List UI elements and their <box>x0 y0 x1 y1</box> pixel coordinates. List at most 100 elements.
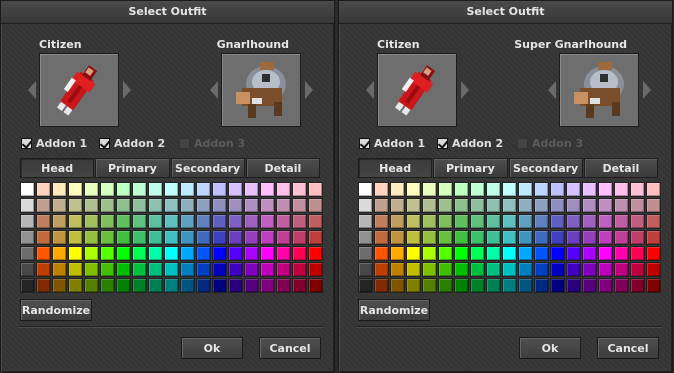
color-swatch[interactable] <box>486 262 501 277</box>
color-swatch[interactable] <box>438 198 453 213</box>
color-swatch[interactable] <box>438 278 453 293</box>
randomize-button[interactable]: Randomize <box>20 299 92 321</box>
color-swatch[interactable] <box>550 230 565 245</box>
color-swatch[interactable] <box>438 230 453 245</box>
color-swatch[interactable] <box>502 214 517 229</box>
color-swatch[interactable] <box>52 246 67 261</box>
color-swatch[interactable] <box>20 246 35 261</box>
color-swatch[interactable] <box>358 198 373 213</box>
color-swatch[interactable] <box>132 230 147 245</box>
color-swatch[interactable] <box>36 214 51 229</box>
color-swatch[interactable] <box>100 198 115 213</box>
color-swatch[interactable] <box>292 230 307 245</box>
color-swatch[interactable] <box>276 246 291 261</box>
tab-secondary[interactable]: Secondary <box>508 158 583 178</box>
color-swatch[interactable] <box>180 182 195 197</box>
color-swatch[interactable] <box>100 278 115 293</box>
color-swatch[interactable] <box>180 246 195 261</box>
color-swatch[interactable] <box>646 278 661 293</box>
color-swatch[interactable] <box>534 262 549 277</box>
tab-secondary[interactable]: Secondary <box>170 158 245 178</box>
color-swatch[interactable] <box>390 230 405 245</box>
color-swatch[interactable] <box>196 278 211 293</box>
color-swatch[interactable] <box>116 182 131 197</box>
cancel-button[interactable]: Cancel <box>597 337 659 359</box>
color-swatch[interactable] <box>132 246 147 261</box>
color-swatch[interactable] <box>406 278 421 293</box>
color-swatch[interactable] <box>68 278 83 293</box>
color-swatch[interactable] <box>358 262 373 277</box>
color-swatch[interactable] <box>164 278 179 293</box>
color-swatch[interactable] <box>406 230 421 245</box>
color-swatch[interactable] <box>260 182 275 197</box>
color-swatch[interactable] <box>196 230 211 245</box>
color-swatch[interactable] <box>84 230 99 245</box>
tab-head[interactable]: Head <box>20 158 95 178</box>
color-swatch[interactable] <box>614 246 629 261</box>
color-swatch[interactable] <box>502 198 517 213</box>
color-swatch[interactable] <box>116 198 131 213</box>
color-swatch[interactable] <box>614 214 629 229</box>
next-mount-arrow-icon[interactable] <box>305 81 313 99</box>
color-swatch[interactable] <box>390 198 405 213</box>
color-swatch[interactable] <box>132 278 147 293</box>
color-swatch[interactable] <box>20 230 35 245</box>
color-swatch[interactable] <box>260 262 275 277</box>
color-swatch[interactable] <box>630 214 645 229</box>
color-swatch[interactable] <box>308 214 323 229</box>
color-swatch[interactable] <box>630 262 645 277</box>
color-swatch[interactable] <box>518 214 533 229</box>
tab-primary[interactable]: Primary <box>433 158 508 178</box>
color-swatch[interactable] <box>614 278 629 293</box>
color-swatch[interactable] <box>36 246 51 261</box>
color-swatch[interactable] <box>646 182 661 197</box>
color-swatch[interactable] <box>132 262 147 277</box>
color-swatch[interactable] <box>212 262 227 277</box>
color-swatch[interactable] <box>630 278 645 293</box>
color-swatch[interactable] <box>438 246 453 261</box>
color-swatch[interactable] <box>598 246 613 261</box>
color-swatch[interactable] <box>52 198 67 213</box>
color-swatch[interactable] <box>148 278 163 293</box>
next-outfit-arrow-icon[interactable] <box>123 81 131 99</box>
color-swatch[interactable] <box>100 182 115 197</box>
color-swatch[interactable] <box>52 278 67 293</box>
color-swatch[interactable] <box>422 246 437 261</box>
color-swatch[interactable] <box>260 278 275 293</box>
color-swatch[interactable] <box>228 278 243 293</box>
color-swatch[interactable] <box>534 278 549 293</box>
color-swatch[interactable] <box>486 278 501 293</box>
color-swatch[interactable] <box>374 230 389 245</box>
color-swatch[interactable] <box>244 262 259 277</box>
color-swatch[interactable] <box>454 214 469 229</box>
tab-head[interactable]: Head <box>358 158 433 178</box>
color-swatch[interactable] <box>292 278 307 293</box>
color-swatch[interactable] <box>390 182 405 197</box>
color-swatch[interactable] <box>292 198 307 213</box>
color-swatch[interactable] <box>582 262 597 277</box>
ok-button[interactable]: Ok <box>181 337 243 359</box>
color-swatch[interactable] <box>406 246 421 261</box>
color-swatch[interactable] <box>244 182 259 197</box>
color-swatch[interactable] <box>116 278 131 293</box>
color-swatch[interactable] <box>598 214 613 229</box>
color-swatch[interactable] <box>486 182 501 197</box>
color-swatch[interactable] <box>566 246 581 261</box>
color-swatch[interactable] <box>582 214 597 229</box>
color-swatch[interactable] <box>390 278 405 293</box>
color-swatch[interactable] <box>614 230 629 245</box>
color-swatch[interactable] <box>534 246 549 261</box>
color-swatch[interactable] <box>470 214 485 229</box>
color-swatch[interactable] <box>550 246 565 261</box>
color-swatch[interactable] <box>422 182 437 197</box>
color-swatch[interactable] <box>454 182 469 197</box>
color-swatch[interactable] <box>502 246 517 261</box>
color-swatch[interactable] <box>196 214 211 229</box>
color-swatch[interactable] <box>630 230 645 245</box>
color-swatch[interactable] <box>84 198 99 213</box>
color-swatch[interactable] <box>358 214 373 229</box>
color-swatch[interactable] <box>52 230 67 245</box>
color-swatch[interactable] <box>68 262 83 277</box>
color-swatch[interactable] <box>292 182 307 197</box>
color-swatch[interactable] <box>358 230 373 245</box>
